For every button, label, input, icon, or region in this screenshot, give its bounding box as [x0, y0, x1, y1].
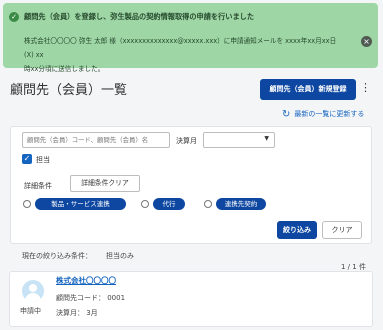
radio-renkei-keiyaku[interactable]: [204, 200, 212, 208]
success-toast: ✓ 顧問先（会員）を登録し、弥生製品の契約情報取得の申請を行いました 株式会社〇…: [3, 3, 378, 73]
current-filter-value: 担当のみ: [106, 252, 134, 260]
month-select[interactable]: ▼: [203, 132, 275, 148]
chevron-down-icon: ▼: [264, 135, 269, 142]
new-client-button[interactable]: 顧問先（会員）新規登録: [260, 79, 356, 100]
refresh-label: 最新の一覧に更新する: [294, 110, 365, 118]
toast-message-line1: 株式会社〇〇〇〇 弥生 太郎 様（xxxxxxxxxxxxxx@xxxxx.xx…: [24, 37, 337, 59]
client-card: 申請中 株式会社〇〇〇〇 顧問先コード： 0001 決算月： 3月: [9, 271, 373, 327]
refresh-icon: ↻: [282, 109, 291, 120]
fiscal-month: 決算月： 3月: [56, 309, 98, 317]
page-title: 顧問先（会員）一覧: [10, 83, 128, 98]
tag-product-service[interactable]: 製品・サービス連携: [35, 198, 126, 210]
month-label: 決算月: [176, 137, 197, 145]
clear-button[interactable]: クリア: [322, 221, 362, 239]
tag-daikou[interactable]: 代行: [153, 198, 185, 210]
refresh-link[interactable]: ↻ 最新の一覧に更新する: [282, 109, 364, 120]
tanto-checkbox[interactable]: ✓: [22, 154, 32, 164]
company-link[interactable]: 株式会社〇〇〇〇: [56, 275, 116, 286]
toast-message-line2: 時xx分頃に送信しました。: [24, 65, 105, 73]
detail-clear-button[interactable]: 詳細条件クリア: [70, 175, 140, 192]
status-label: 申請中: [20, 307, 41, 315]
tag-renkei-keiyaku[interactable]: 連携先契約: [216, 198, 266, 210]
search-input[interactable]: 顧問先（会員）コード、顧問先（会員）名: [22, 132, 170, 148]
avatar-icon: [22, 280, 44, 302]
kebab-menu-icon[interactable]: ⋮: [360, 81, 371, 94]
filter-panel: 顧問先（会員）コード、顧問先（会員）名 決算月 ▼ ✓ 担当 詳細条件 詳細条件…: [10, 126, 372, 244]
detail-label: 詳細条件: [24, 182, 52, 190]
radio-product-service[interactable]: [23, 200, 31, 208]
narrow-button[interactable]: 絞り込み: [277, 221, 317, 239]
close-icon[interactable]: ×: [361, 36, 372, 47]
current-filter-label: 現在の絞り込み条件：: [22, 252, 92, 260]
tanto-label: 担当: [36, 156, 50, 164]
radio-daikou[interactable]: [141, 200, 149, 208]
toast-title: 顧問先（会員）を登録し、弥生製品の契約情報取得の申請を行いました: [24, 12, 255, 21]
toast-message: 株式会社〇〇〇〇 弥生 太郎 様（xxxxxxxxxxxxxx@xxxxx.xx…: [24, 34, 344, 76]
client-code: 顧問先コード： 0001: [56, 294, 126, 302]
current-filter: 現在の絞り込み条件： 担当のみ: [22, 251, 134, 261]
check-circle-icon: ✓: [9, 12, 19, 22]
